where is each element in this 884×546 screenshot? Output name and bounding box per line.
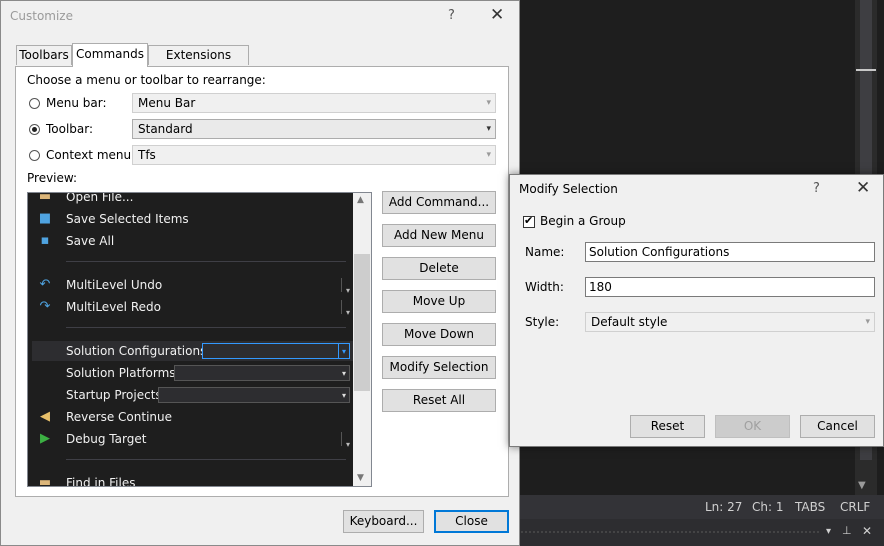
startup-projects-combo: ▾ [158, 387, 350, 403]
scroll-up-icon[interactable]: ▲ [357, 195, 364, 205]
checkmark-icon: ✔ [524, 214, 534, 227]
delete-button[interactable]: Delete [382, 257, 496, 280]
solution-platforms-combo: ▾ [174, 365, 350, 381]
preview-list[interactable]: ▬ Open File... ■ Save Selected Items ▪ S… [27, 192, 372, 487]
list-item[interactable]: ▬ Find in Files [32, 473, 354, 487]
status-column[interactable]: Ch: 1 [752, 500, 783, 514]
editor-scroll-marker [856, 69, 876, 71]
cancel-button[interactable]: Cancel [800, 415, 875, 438]
list-item[interactable]: ▪ Save All [32, 231, 354, 251]
list-item[interactable]: ▬ Open File... [32, 192, 354, 207]
reverse-continue-icon: ◀ [40, 409, 50, 424]
toolbar-select[interactable]: Standard ▾ [132, 119, 496, 139]
close-icon[interactable]: ✕ [490, 5, 504, 25]
status-tabs[interactable]: TABS [795, 500, 825, 514]
scroll-down-icon[interactable]: ▼ [357, 473, 364, 483]
menu-bar-select: Menu Bar ▾ [132, 93, 496, 113]
list-item[interactable]: ◀ Reverse Continue [32, 407, 354, 427]
chevron-down-icon: ▾ [341, 369, 346, 378]
menu-bar-value: Menu Bar [138, 96, 196, 110]
chevron-down-icon: ▾ [486, 150, 491, 160]
begin-group-label[interactable]: Begin a Group [540, 214, 626, 228]
reset-all-button[interactable]: Reset All [382, 389, 496, 412]
add-command-button[interactable]: Add Command... [382, 191, 496, 214]
help-icon[interactable]: ? [813, 181, 820, 196]
name-field[interactable]: Solution Configurations [585, 242, 875, 262]
reset-button[interactable]: Reset [630, 415, 705, 438]
context-menu-label[interactable]: Context menu: [46, 148, 135, 162]
play-icon: ▶ [40, 431, 50, 446]
tool-window-header: ▾ ⊥ ✕ [520, 519, 884, 546]
chevron-down-icon: ▾ [338, 344, 349, 359]
save-all-icon: ▪ [40, 233, 50, 248]
tab-extensions-menu[interactable]: Extensions Menu [148, 45, 249, 81]
find-in-files-icon: ▬ [38, 475, 52, 487]
scroll-down-icon[interactable]: ▼ [858, 480, 866, 491]
toolbar-radio[interactable] [29, 124, 40, 135]
tab-commands[interactable]: Commands [72, 43, 148, 67]
width-label: Width: [525, 280, 564, 294]
menu-bar-label[interactable]: Menu bar: [46, 96, 107, 110]
undo-icon: ↶ [39, 277, 51, 292]
style-value: Default style [591, 315, 668, 329]
list-item[interactable]: ↷ MultiLevel Redo ▾ [32, 297, 354, 318]
style-label: Style: [525, 315, 560, 329]
keyboard-button[interactable]: Keyboard... [343, 510, 424, 533]
list-item[interactable]: ↶ MultiLevel Undo ▾ [32, 275, 354, 296]
chevron-down-icon: ▾ [486, 124, 491, 134]
rearrange-prompt: Choose a menu or toolbar to rearrange: [27, 73, 266, 87]
chevron-down-icon: ▾ [341, 391, 346, 400]
close-button[interactable]: Close [434, 510, 509, 533]
list-item[interactable]: Solution Platforms ▾ [32, 363, 354, 383]
pin-icon[interactable]: ⊥ [842, 524, 852, 537]
close-panel-icon[interactable]: ✕ [862, 524, 872, 538]
chevron-down-icon: ▾ [865, 317, 870, 327]
list-item[interactable]: ■ Save Selected Items [32, 209, 354, 229]
redo-icon: ↷ [39, 299, 51, 314]
customize-dialog: Customize ? ✕ Toolbars Commands Extensio… [0, 0, 520, 546]
grip-handle[interactable] [520, 531, 820, 533]
tab-toolbars[interactable]: Toolbars [16, 45, 72, 65]
separator [66, 327, 346, 328]
name-label: Name: [525, 245, 565, 259]
dropdown-icon: ▾ [345, 440, 350, 449]
separator [66, 459, 346, 460]
list-item[interactable]: Startup Projects ▾ [32, 385, 354, 405]
chevron-down-icon: ▾ [486, 98, 491, 108]
list-item[interactable]: ▶ Debug Target ▾ [32, 429, 354, 450]
solution-configurations-combo: ▾ [202, 343, 350, 359]
close-icon[interactable]: ✕ [856, 178, 870, 198]
menu-bar-radio[interactable] [29, 98, 40, 109]
separator [66, 261, 346, 262]
modify-selection-dialog: Modify Selection ? ✕ ✔ Begin a Group Nam… [509, 174, 884, 447]
status-line[interactable]: Ln: 27 [705, 500, 742, 514]
begin-group-checkbox[interactable]: ✔ [523, 214, 535, 228]
dialog-title: Modify Selection [519, 182, 618, 196]
toolbar-value: Standard [138, 122, 193, 136]
save-icon: ■ [38, 211, 52, 226]
context-menu-select: Tfs ▾ [132, 145, 496, 165]
preview-scroll-thumb[interactable] [354, 254, 370, 391]
context-menu-radio[interactable] [29, 150, 40, 161]
style-select: Default style ▾ [585, 312, 875, 332]
add-new-menu-button[interactable]: Add New Menu [382, 224, 496, 247]
toolbar-label[interactable]: Toolbar: [46, 122, 93, 136]
status-bar: Ln: 27 Ch: 1 TABS CRLF [520, 495, 884, 519]
dialog-title: Customize [10, 9, 73, 23]
ok-button: OK [715, 415, 790, 438]
context-menu-value: Tfs [138, 148, 156, 162]
modify-selection-button[interactable]: Modify Selection [382, 356, 496, 379]
move-down-button[interactable]: Move Down [382, 323, 496, 346]
help-icon[interactable]: ? [448, 8, 455, 23]
dropdown-icon: ▾ [345, 308, 350, 317]
move-up-button[interactable]: Move Up [382, 290, 496, 313]
status-eol[interactable]: CRLF [840, 500, 870, 514]
width-field[interactable]: 180 [585, 277, 875, 297]
preview-label: Preview: [27, 171, 78, 185]
dropdown-icon[interactable]: ▾ [826, 526, 831, 537]
list-item-selected[interactable]: Solution Configurations ▾ [32, 341, 354, 361]
folder-open-icon: ▬ [38, 192, 52, 204]
